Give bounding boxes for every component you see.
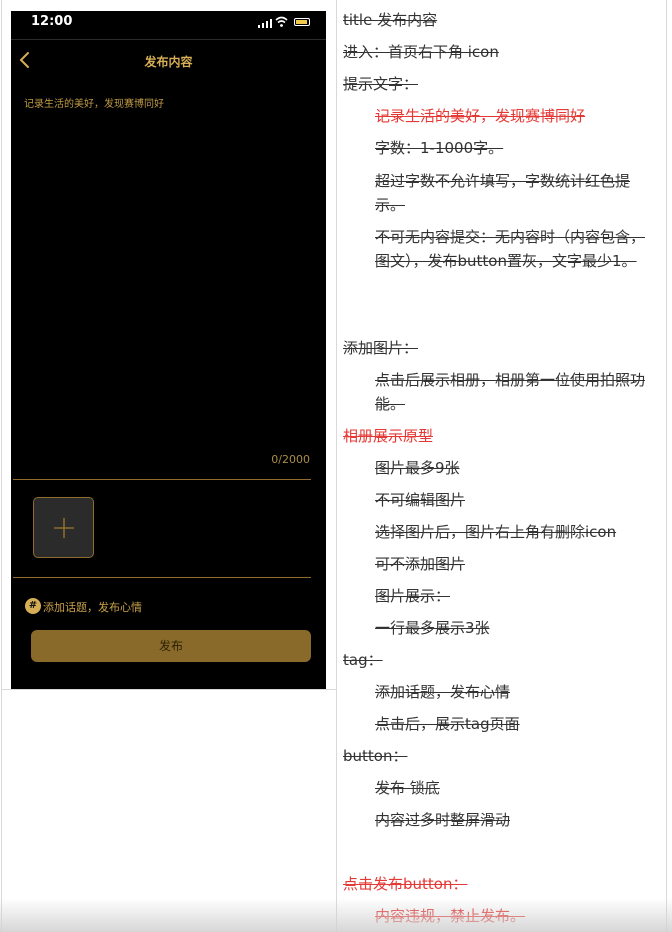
status-bar: 12:00 [11, 11, 326, 37]
content-input[interactable]: 记录生活的美好，发现赛博同好 [24, 95, 309, 115]
spec-line: 一行最多展示3张 [375, 619, 490, 637]
signal-icon [258, 19, 272, 28]
spec-line: 字数：1-1000字。 [375, 139, 504, 157]
spec-line: 不可编辑图片 [375, 491, 466, 509]
spec-line: 相册展示原型 [343, 427, 434, 445]
column-divider [336, 0, 337, 932]
char-counter: 0/2000 [271, 453, 310, 466]
spec-line: 点击后，展示tag页面 [375, 715, 520, 733]
spec-line: 图片最多9张 [375, 459, 460, 477]
spec-line: 添加话题，发布心情 [375, 683, 511, 701]
spec-line: 记录生活的美好，发现赛博同好 [375, 107, 586, 125]
spec-line: 选择图片后，图片右上角有删除icon [375, 523, 617, 541]
page-title: 发布内容 [144, 55, 193, 69]
spec-line: 发布 锁底 [375, 779, 440, 797]
spec-line: 添加图片： [343, 339, 419, 357]
content-divider [13, 479, 311, 480]
spec-line: button： [343, 747, 408, 765]
spec-line: title 发布内容 [343, 11, 438, 29]
wifi-icon [275, 16, 288, 27]
spec-line: 进入：首页右下角 icon [343, 43, 499, 61]
phone-screen: 12:00 发布内容 记录生活的美好，发现赛博同好 0/2000 # 添加话题，… [11, 11, 326, 689]
add-topic-label: 添加话题，发布心情 [43, 601, 142, 614]
battery-icon [294, 18, 310, 26]
publish-button[interactable]: 发布 [31, 630, 311, 662]
spec-line: 点击后展示相册，相册第一位使用拍照功能。 [375, 371, 646, 413]
add-image-button[interactable] [33, 497, 94, 558]
plus-icon [54, 518, 74, 538]
hashtag-icon: # [25, 598, 41, 614]
spec-line: 超过字数不允许填写，字数统计红色提示。 [375, 172, 631, 214]
spec-line: 提示文字： [343, 75, 419, 93]
spec-line: 不可无内容提交：无内容时（内容包含，图文），发布button置灰，文字最少1。 [375, 228, 646, 270]
nav-divider [11, 39, 326, 40]
spec-line: 内容过多时整屏滑动 [375, 811, 511, 829]
spec-line: 内容违规，禁止发布。 [375, 907, 526, 925]
status-time: 12:00 [31, 14, 73, 29]
row-divider [2, 689, 336, 690]
spec-line: tag： [343, 651, 383, 669]
spec-line: 可不添加图片 [375, 555, 466, 573]
spec-line: 点击发布button： [343, 875, 468, 893]
spec-line: 图片展示： [375, 587, 451, 605]
image-divider [13, 577, 311, 578]
